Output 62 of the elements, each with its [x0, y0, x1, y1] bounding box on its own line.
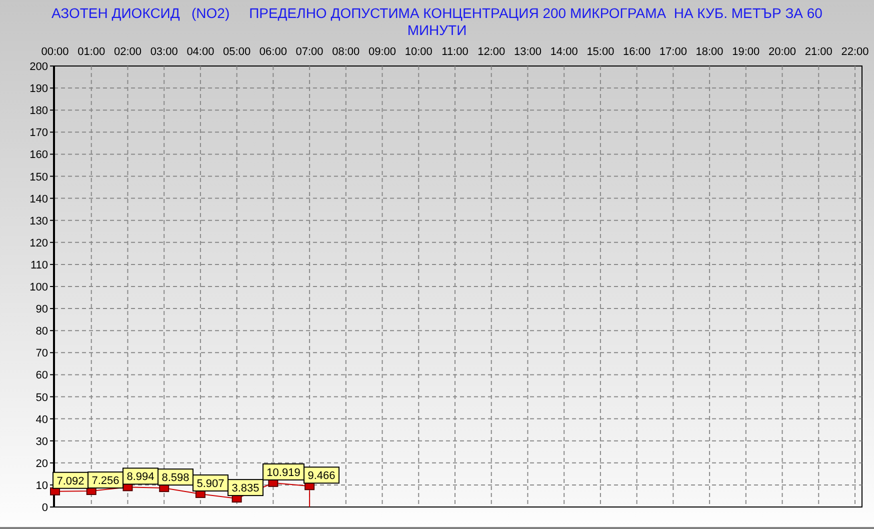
- data-label: 9.466: [308, 470, 336, 482]
- axis-tick-label: 90: [36, 304, 48, 316]
- data-label: 9.466: [304, 466, 340, 484]
- data-label: 5.907: [192, 474, 228, 492]
- axis-tick-label: 18:00: [696, 46, 724, 58]
- drop-line: [309, 490, 310, 508]
- axis-tick-label: 30: [36, 436, 48, 448]
- axis-tick-label: 70: [36, 348, 48, 360]
- data-label: 10.919: [262, 463, 304, 480]
- axis-tick-label: 110: [30, 259, 48, 272]
- axis-tick-label: 160: [30, 149, 48, 162]
- data-label: 7.092: [56, 475, 84, 488]
- data-label: 10.919: [266, 466, 300, 479]
- data-label: 7.256: [92, 475, 120, 487]
- axis-tick-label: 15:00: [586, 46, 614, 58]
- axis-tick-label: 180: [30, 105, 48, 118]
- data-label: 3.835: [228, 479, 264, 496]
- axis-tick-label: 16:00: [623, 46, 651, 58]
- axis-tick-label: 10:00: [404, 46, 432, 58]
- axis-tick-label: 17:00: [659, 46, 687, 58]
- data-label: 3.835: [232, 482, 260, 495]
- data-label: 7.256: [88, 472, 124, 488]
- axis-tick-label: 10: [36, 480, 48, 492]
- axis-tick-label: 11:00: [442, 46, 468, 58]
- data-label: 7.092: [52, 472, 88, 489]
- axis-tick-label: 12:00: [478, 46, 506, 58]
- axis-tick-label: 21:00: [804, 46, 832, 58]
- axis-tick-label: 130: [30, 215, 48, 228]
- axis-tick-label: 01:00: [78, 46, 106, 58]
- axis-tick-label: 22:00: [841, 46, 869, 58]
- axis-tick-label: 150: [30, 171, 48, 184]
- axis-tick-label: 170: [30, 127, 48, 140]
- axis-tick-label: 60: [36, 370, 48, 382]
- data-label: 8.598: [158, 468, 194, 486]
- axis-tick-label: 140: [30, 193, 48, 206]
- axis-tick-label: 190: [30, 83, 48, 96]
- axis-tick-label: 04:00: [186, 46, 214, 58]
- axis-tick-label: 100: [30, 282, 48, 294]
- axis-tick-label: 19:00: [732, 46, 760, 58]
- axis-tick-label: 05:00: [223, 46, 251, 58]
- data-label: 5.907: [196, 478, 224, 490]
- data-label: 8.994: [126, 471, 154, 484]
- axis-tick-label: 0: [42, 502, 48, 514]
- axis-tick-label: 13:00: [514, 46, 542, 58]
- axis-tick-label: 02:00: [114, 46, 142, 58]
- axis-tick-label: 00:00: [41, 46, 69, 58]
- axis-tick-label: 06:00: [259, 46, 287, 58]
- chart-title: АЗОТЕН ДИОКСИД (NO2) ПРЕДЕЛНО ДОПУСТИМА КОНЦЕНТРАЦИЯ 200 МИКРОГРАМА НА КУБ. МЕТЪР ЗА 60 МИНУТИ: [50, 5, 824, 40]
- data-label: 8.598: [162, 472, 190, 484]
- axis-tick-label: 14:00: [550, 46, 578, 58]
- axis-tick-label: 120: [30, 237, 48, 250]
- data-label: 8.994: [122, 468, 158, 485]
- axis-tick-label: 200: [30, 61, 48, 73]
- axis-tick-label: 07:00: [296, 46, 324, 58]
- axis-tick-label: 08:00: [332, 46, 360, 58]
- axis-tick-label: 20:00: [768, 46, 796, 58]
- axis-tick-label: 03:00: [150, 46, 178, 58]
- axis-tick-label: 20: [36, 458, 48, 470]
- axis-tick-label: 40: [36, 414, 48, 426]
- axis-tick-label: 50: [36, 392, 48, 404]
- axis-tick-label: 80: [36, 326, 48, 338]
- axis-tick-label: 09:00: [368, 46, 396, 58]
